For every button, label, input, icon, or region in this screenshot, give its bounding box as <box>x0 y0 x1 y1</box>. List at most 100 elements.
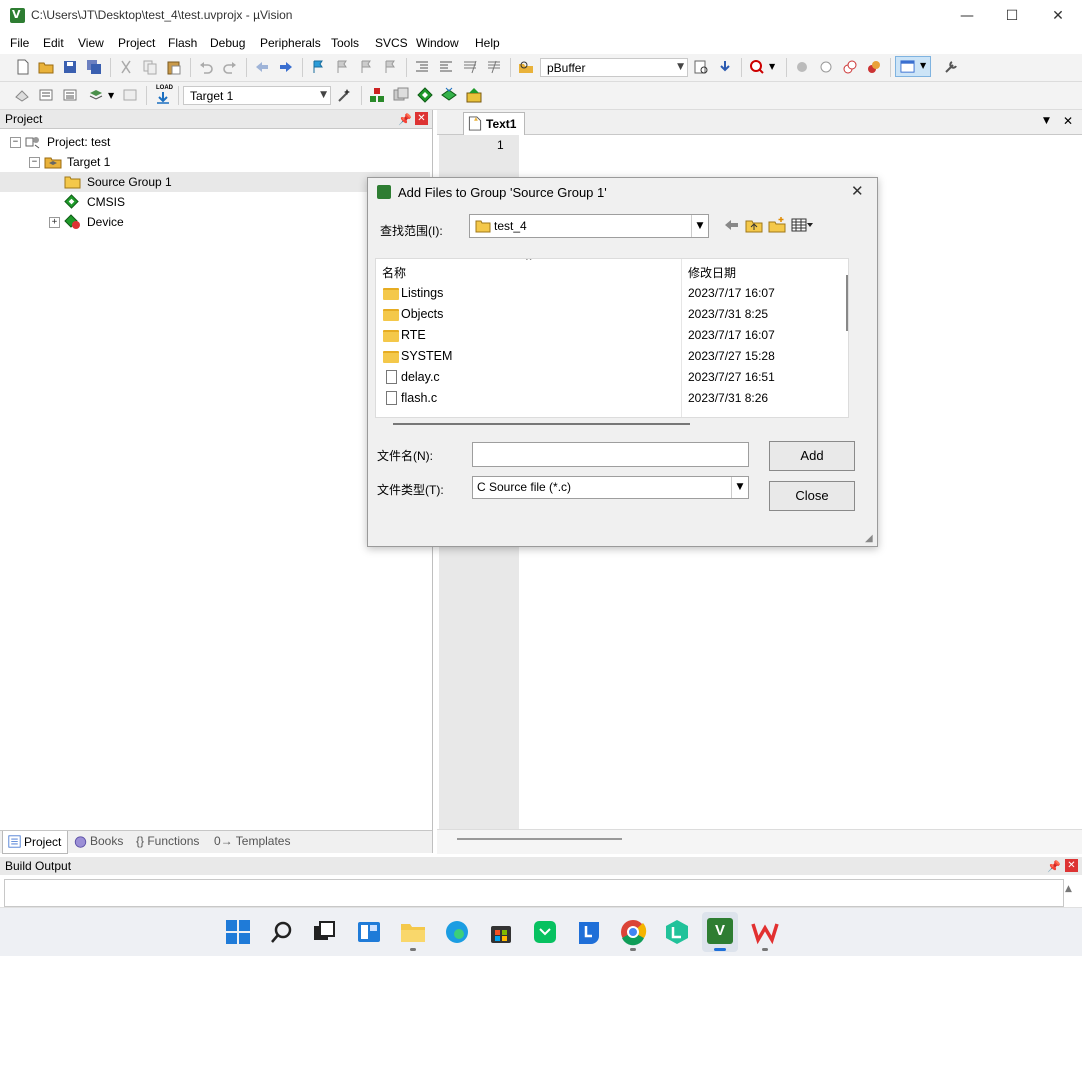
download-button[interactable]: LOAD <box>153 85 173 105</box>
debug-session-icon[interactable] <box>749 59 765 75</box>
incremental-find-icon[interactable] <box>717 59 733 75</box>
tab-list-dropdown-icon[interactable]: ▼ <box>1043 116 1050 126</box>
menu-view[interactable]: View <box>78 36 104 50</box>
file-extensions-icon[interactable] <box>393 87 409 103</box>
select-software-packs-icon[interactable] <box>441 87 457 103</box>
file-row-system[interactable]: SYSTEM 2023/7/27 15:28 <box>376 346 836 367</box>
manage-rte-icon[interactable] <box>417 87 433 103</box>
file-row-delay-c[interactable]: delay.c 2023/7/27 16:51 <box>376 367 836 388</box>
tab-text1[interactable]: Text1 <box>463 112 525 135</box>
pin-icon[interactable]: 📌 <box>1047 860 1061 873</box>
back-arrow-icon[interactable] <box>722 216 740 234</box>
tab-templates[interactable]: 0→ Templates <box>212 831 292 853</box>
manage-project-items-icon[interactable] <box>369 87 385 103</box>
dev-tool-icon[interactable] <box>663 918 691 946</box>
find-icon[interactable] <box>693 59 709 75</box>
minimize-button[interactable]: — <box>944 0 990 32</box>
close-button[interactable]: Close <box>769 481 855 511</box>
file-list[interactable]: 名称 ^ 修改日期 Listings 2023/7/17 16:07 Objec… <box>375 258 849 418</box>
widgets-icon[interactable] <box>355 918 383 946</box>
tree-item-target[interactable]: − Target 1 <box>0 152 430 172</box>
task-view-icon[interactable] <box>310 918 338 946</box>
view-menu-icon[interactable] <box>791 216 813 234</box>
editor-scroll-bar[interactable] <box>437 829 1082 854</box>
wechat-icon[interactable] <box>531 918 559 946</box>
editor-hscroll-thumb[interactable] <box>457 838 622 840</box>
navigate-forward-icon[interactable] <box>278 59 294 75</box>
close-tab-icon[interactable]: ✕ <box>1063 114 1073 128</box>
bookmark-icon[interactable] <box>310 59 326 75</box>
scroll-up-icon[interactable]: ▲ <box>1065 884 1072 894</box>
save-all-icon[interactable] <box>86 59 102 75</box>
copy-icon[interactable] <box>142 59 158 75</box>
close-panel-icon[interactable]: ✕ <box>415 112 428 125</box>
file-name-input[interactable] <box>473 443 751 465</box>
find-in-files-icon[interactable] <box>518 59 534 75</box>
navigate-back-icon[interactable] <box>254 59 270 75</box>
window-layout-button[interactable]: ▼ <box>895 56 931 77</box>
file-row-flash-c[interactable]: flash.c 2023/7/31 8:26 <box>376 388 836 409</box>
menu-project[interactable]: Project <box>118 36 155 50</box>
chevron-down-icon[interactable]: ▼ <box>108 91 114 100</box>
tab-functions[interactable]: {} Functions <box>134 831 206 853</box>
unindent-icon[interactable] <box>438 59 454 75</box>
tree-item-device[interactable]: + Device <box>0 212 430 232</box>
find-combo[interactable]: pBuffer ▼ <box>540 58 688 77</box>
target-select[interactable]: Target 1 ▼ <box>183 86 331 105</box>
close-window-button[interactable]: ✕ <box>1035 0 1081 32</box>
menu-debug[interactable]: Debug <box>210 36 245 50</box>
build-output-text[interactable] <box>4 879 1064 907</box>
enable-breakpoint-icon[interactable] <box>818 59 834 75</box>
debug-dropdown-icon[interactable]: ▼ <box>769 62 775 71</box>
maximize-button[interactable]: ☐ <box>989 0 1035 32</box>
file-name-input-box[interactable] <box>472 442 751 467</box>
chrome-icon[interactable] <box>619 918 647 946</box>
next-bookmark-icon[interactable] <box>358 59 374 75</box>
dialog-close-icon[interactable]: ✕ <box>851 182 864 200</box>
file-list-vscroll-thumb[interactable] <box>846 275 848 331</box>
tree-item-cmsis[interactable]: CMSIS <box>0 192 430 212</box>
column-header-modified[interactable]: 修改日期 <box>688 264 736 281</box>
file-type-select[interactable]: C Source file (*.c) ▼ <box>472 476 749 499</box>
add-button[interactable]: Add <box>769 441 855 471</box>
file-row-objects[interactable]: Objects 2023/7/31 8:25 <box>376 304 836 325</box>
comment-icon[interactable] <box>462 59 478 75</box>
up-folder-icon[interactable] <box>745 216 763 234</box>
paste-icon[interactable] <box>166 59 182 75</box>
tab-books[interactable]: Books <box>70 831 132 853</box>
file-list-hscroll-thumb[interactable] <box>393 423 690 425</box>
menu-tools[interactable]: Tools <box>331 36 359 50</box>
close-panel-icon[interactable]: ✕ <box>1065 859 1078 872</box>
edge-icon[interactable] <box>443 918 471 946</box>
menu-peripherals[interactable]: Peripherals <box>260 36 321 50</box>
uncomment-icon[interactable] <box>486 59 502 75</box>
file-row-listings[interactable]: Listings 2023/7/17 16:07 <box>376 283 836 304</box>
menu-edit[interactable]: Edit <box>43 36 64 50</box>
new-folder-icon[interactable] <box>768 216 786 234</box>
insert-breakpoint-icon[interactable] <box>794 59 810 75</box>
menu-flash[interactable]: Flash <box>168 36 197 50</box>
batch-build-icon[interactable] <box>88 87 104 103</box>
translate-icon[interactable] <box>14 87 30 103</box>
rebuild-icon[interactable] <box>62 87 78 103</box>
cut-icon[interactable] <box>118 59 134 75</box>
resize-grip-icon[interactable]: ◢ <box>865 533 873 544</box>
file-explorer-icon[interactable] <box>399 918 427 946</box>
collapse-icon[interactable]: − <box>29 157 40 168</box>
expand-icon[interactable]: + <box>49 217 60 228</box>
kill-breakpoints-icon[interactable] <box>866 59 882 75</box>
pin-icon[interactable]: 📌 <box>398 113 412 126</box>
wps-icon[interactable] <box>751 918 779 946</box>
options-for-target-icon[interactable] <box>337 87 353 103</box>
collapse-icon[interactable]: − <box>10 137 21 148</box>
clear-bookmarks-icon[interactable] <box>382 59 398 75</box>
prev-bookmark-icon[interactable] <box>334 59 350 75</box>
menu-svcs[interactable]: SVCS <box>375 36 408 50</box>
windows-start-icon[interactable] <box>224 918 252 946</box>
look-in-select[interactable]: test_4 ▼ <box>469 214 709 238</box>
search-icon[interactable] <box>268 918 296 946</box>
lenovo-icon[interactable] <box>575 918 603 946</box>
menu-help[interactable]: Help <box>475 36 500 50</box>
menu-file[interactable]: File <box>10 36 29 50</box>
open-folder-icon[interactable] <box>38 59 54 75</box>
